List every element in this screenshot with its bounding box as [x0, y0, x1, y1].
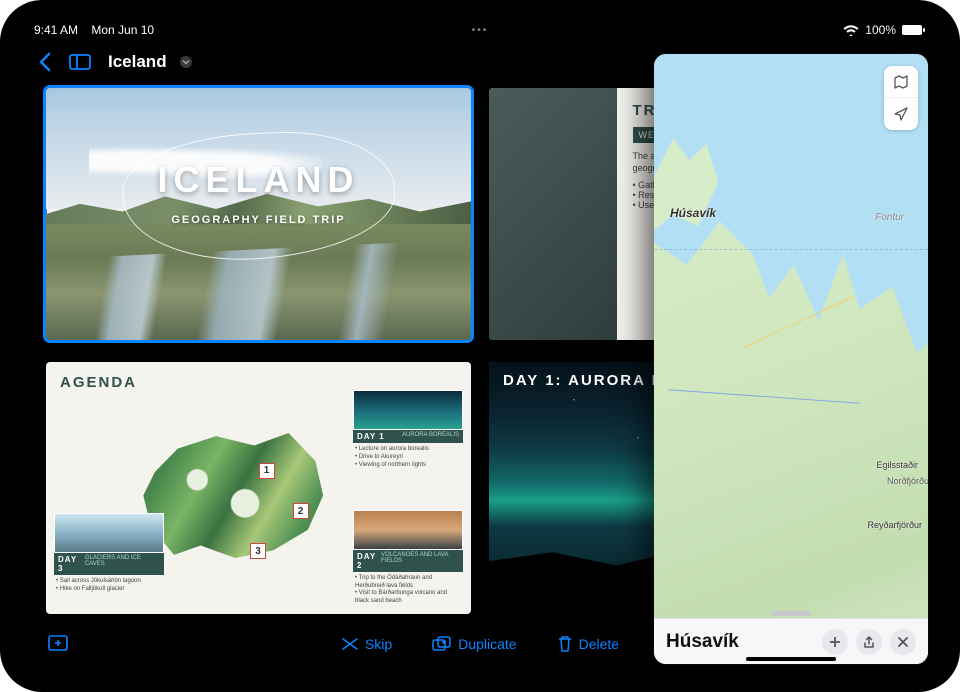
multitask-dots-icon[interactable]: •••: [472, 25, 489, 36]
map-marker-3: 3: [250, 543, 266, 559]
slide3-heading: AGENDA: [60, 374, 457, 391]
map-marker-1: 1: [259, 463, 275, 479]
status-right: 100%: [843, 23, 926, 37]
add-slide-button[interactable]: [46, 635, 68, 653]
slide-thumbnail-1[interactable]: ICELAND GEOGRAPHY FIELD TRIP 1: [46, 88, 471, 340]
home-indicator[interactable]: [746, 657, 836, 661]
status-left: 9:41 AM Mon Jun 10: [34, 23, 154, 37]
map-marker-2: 2: [293, 503, 309, 519]
status-bar: 9:41 AM Mon Jun 10 ••• 100%: [18, 18, 942, 42]
share-place-button[interactable]: [856, 629, 882, 655]
add-place-button[interactable]: [822, 629, 848, 655]
battery-percent: 100%: [865, 23, 896, 37]
screen: 9:41 AM Mon Jun 10 ••• 100%: [18, 18, 942, 674]
slide1-subtitle: GEOGRAPHY FIELD TRIP: [46, 214, 471, 226]
wifi-icon: [843, 24, 859, 36]
delete-button[interactable]: Delete: [557, 635, 619, 653]
sheet-grabber-icon[interactable]: [771, 611, 811, 616]
close-place-button[interactable]: [890, 629, 916, 655]
map-label-husavik[interactable]: Húsavík: [670, 206, 716, 220]
locate-me-button[interactable]: [884, 98, 918, 130]
skip-button[interactable]: Skip: [341, 636, 392, 652]
title-menu-chevron-icon[interactable]: [179, 55, 193, 69]
map-mode-button[interactable]: [884, 66, 918, 98]
agenda-day1: DAY 1AURORA BOREALIS Lecture on aurora b…: [353, 390, 463, 469]
maps-slideover[interactable]: ••• Húsavík Fontur Egilsstaðir Norðfjörð…: [654, 54, 928, 664]
map-label-egilsstadir[interactable]: Egilsstaðir: [876, 460, 918, 470]
map-controls: [884, 66, 918, 130]
map-label-fontur[interactable]: Fontur: [875, 212, 904, 223]
agenda-map: [140, 417, 331, 573]
slide-thumbnail-3[interactable]: AGENDA 1 2 3 DAY 1AURORA BOREALIS Lectur…: [46, 362, 471, 614]
ipad-frame: 9:41 AM Mon Jun 10 ••• 100%: [0, 0, 960, 692]
battery-icon: [902, 24, 926, 36]
map-label-nordfjordur[interactable]: Norðfjörður: [887, 476, 928, 486]
sidebar-toggle-icon[interactable]: [68, 50, 92, 74]
slide1-title: ICELAND: [46, 159, 471, 201]
duplicate-button[interactable]: Duplicate: [432, 636, 516, 652]
back-button[interactable]: [32, 50, 56, 74]
map-label-reydarfjordur[interactable]: Reyðarfjörður: [867, 520, 922, 530]
status-time: 9:41 AM: [34, 23, 78, 37]
agenda-day3: DAY 3GLACIERS AND ICE CAVES Sail across …: [54, 513, 164, 594]
document-title[interactable]: Iceland: [108, 52, 167, 72]
status-date: Mon Jun 10: [91, 23, 154, 37]
place-title: Húsavík: [666, 631, 814, 653]
agenda-day2: DAY 2VOLCANOES AND LAVA FIELDS Trip to t…: [353, 510, 463, 606]
